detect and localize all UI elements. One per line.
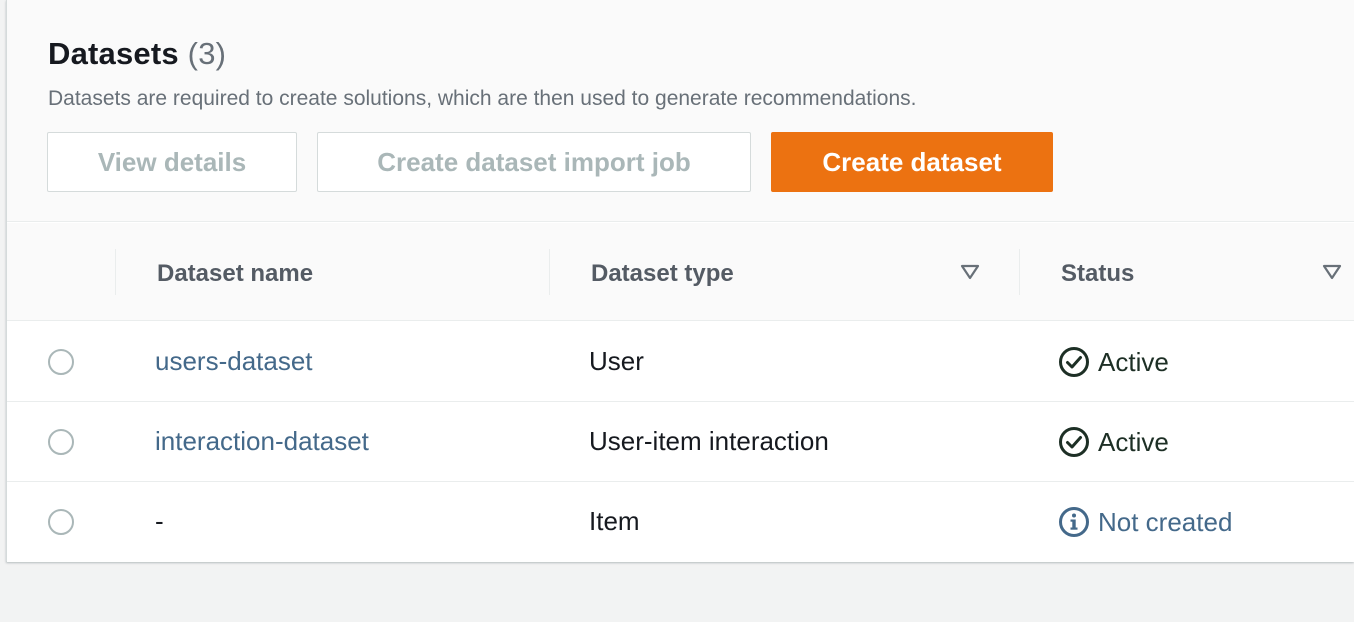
create-dataset-button[interactable]: Create dataset (771, 132, 1053, 192)
dataset-name-link[interactable]: interaction-dataset (155, 426, 369, 457)
row-select-radio[interactable] (48, 509, 74, 535)
page-title: Datasets (3) (48, 36, 226, 72)
create-dataset-import-job-button[interactable]: Create dataset import job (317, 132, 751, 192)
table-row[interactable]: interaction-dataset User-item interactio… (7, 402, 1354, 482)
dataset-type: User-item interaction (589, 426, 829, 456)
check-circle-icon (1059, 427, 1089, 457)
title-text: Datasets (48, 36, 179, 71)
table-row[interactable]: - Item Not created (7, 482, 1354, 562)
dataset-name-link[interactable]: users-dataset (155, 346, 313, 377)
status-text: Active (1098, 426, 1169, 457)
status-indicator: Active (1058, 346, 1169, 378)
dataset-type: User (589, 346, 644, 376)
column-header-dataset-name[interactable]: Dataset name (157, 260, 313, 288)
filter-caret-icon[interactable] (960, 263, 980, 281)
status-indicator: Not created (1058, 506, 1232, 538)
status-indicator: Active (1058, 426, 1169, 458)
panel-description: Datasets are required to create solution… (48, 87, 917, 110)
column-divider (1019, 249, 1020, 295)
table-row[interactable]: users-dataset User Active (7, 322, 1354, 402)
info-circle-icon (1059, 507, 1089, 537)
row-select-radio[interactable] (48, 349, 74, 375)
column-divider (549, 249, 550, 295)
table-header: Dataset name Dataset type Status (7, 223, 1354, 321)
dataset-count: (3) (187, 36, 227, 71)
row-select-radio[interactable] (48, 429, 74, 455)
column-header-dataset-type[interactable]: Dataset type (591, 260, 734, 288)
datasets-panel: Datasets (3) Datasets are required to cr… (6, 0, 1354, 562)
check-circle-icon (1059, 347, 1089, 377)
view-details-button[interactable]: View details (47, 132, 297, 192)
column-header-status[interactable]: Status (1061, 260, 1134, 288)
column-divider (115, 249, 116, 295)
panel-header: Datasets (3) Datasets are required to cr… (7, 0, 1354, 222)
status-text: Not created (1098, 506, 1233, 537)
filter-caret-icon[interactable] (1322, 263, 1342, 281)
dataset-type: Item (589, 506, 640, 536)
dataset-name: - (155, 506, 164, 536)
status-text: Active (1098, 346, 1169, 377)
